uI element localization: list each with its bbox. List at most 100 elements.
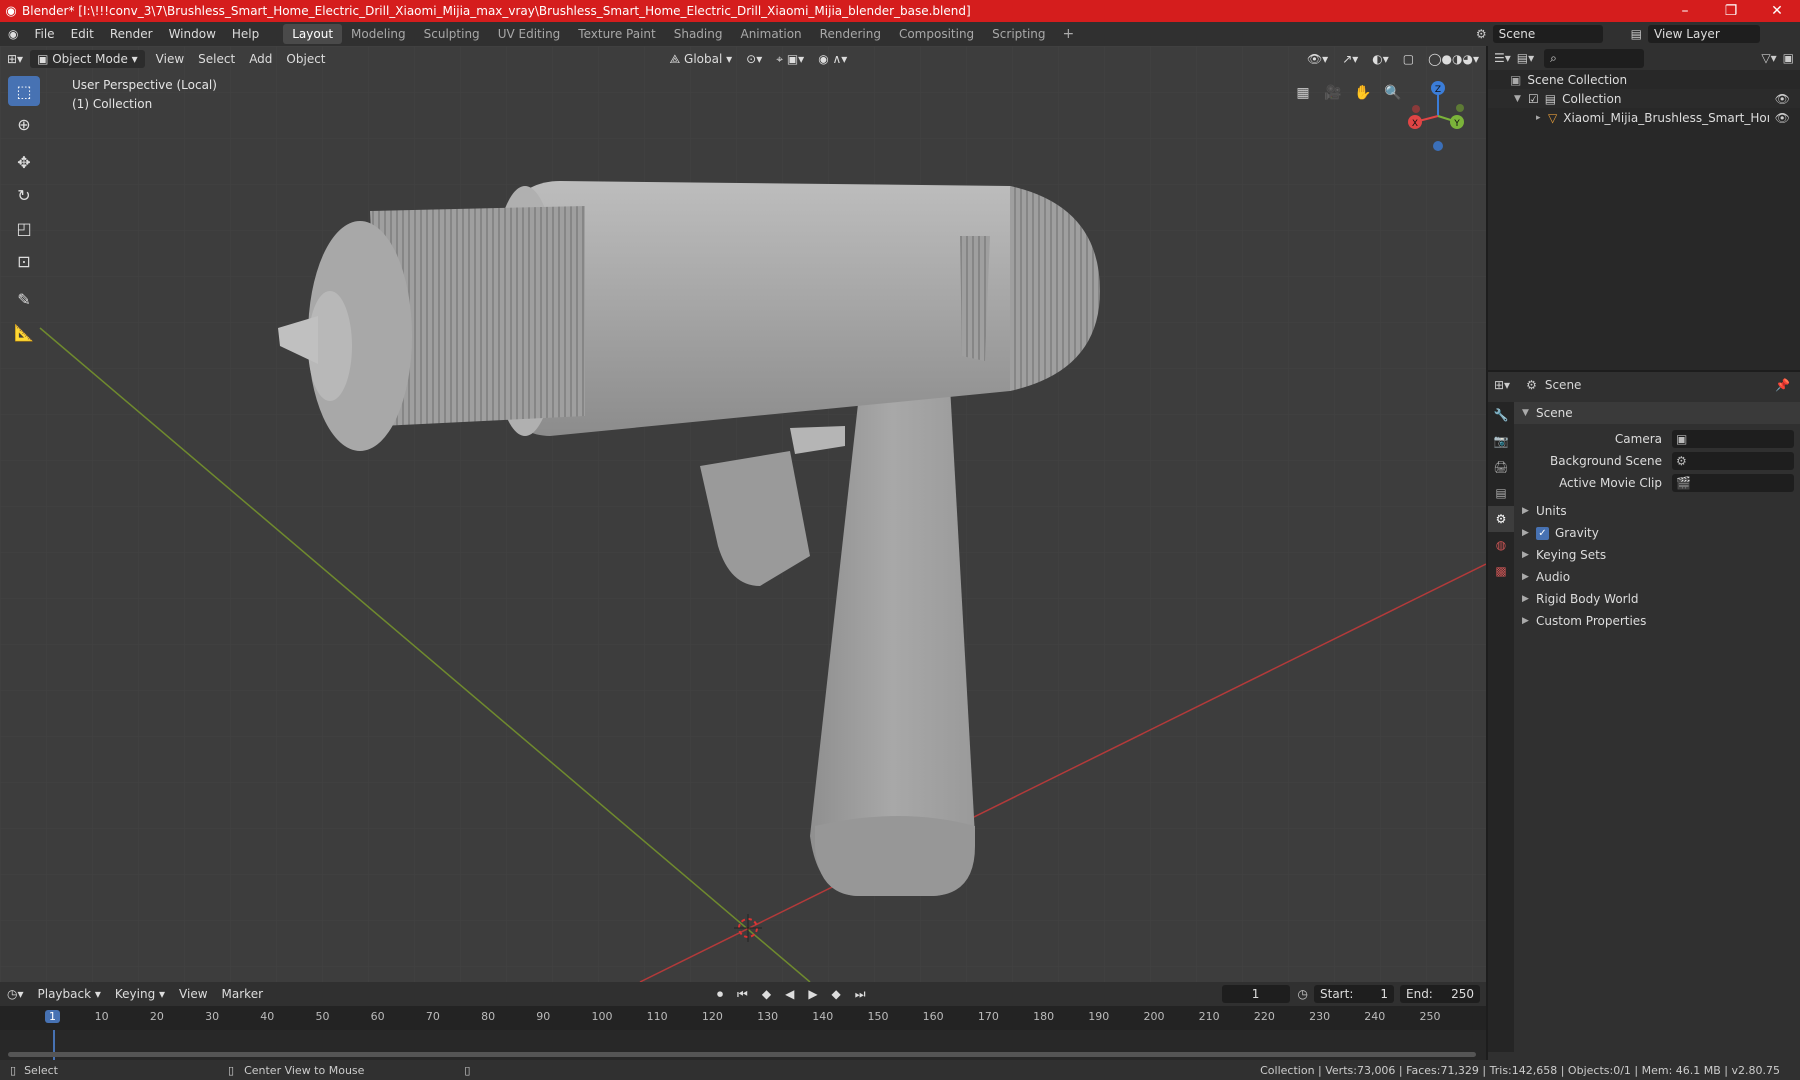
pivot-icon[interactable]: ⊙▾ — [739, 50, 769, 68]
tab-scripting[interactable]: Scripting — [983, 24, 1054, 44]
grid-view-icon[interactable]: ▦ — [1290, 80, 1316, 106]
tab-sculpting[interactable]: Sculpting — [415, 24, 489, 44]
display-mode-icon[interactable]: ▤▾ — [1517, 51, 1534, 65]
menu-render[interactable]: Render — [102, 27, 161, 41]
active-movie-clip-field[interactable]: 🎬 — [1672, 474, 1794, 492]
output-tab-icon[interactable]: 🖨 — [1488, 454, 1514, 480]
visibility-eye-icon[interactable]: 👁 — [1775, 92, 1790, 106]
pin-icon[interactable]: 📌 — [1775, 378, 1790, 392]
tab-rendering[interactable]: Rendering — [811, 24, 890, 44]
expand-arrow-icon[interactable]: ▸ — [1536, 113, 1548, 123]
view-layer-tab-icon[interactable]: ▤ — [1488, 480, 1514, 506]
keying-menu[interactable]: Keying ▾ — [108, 985, 172, 1003]
rigid-body-world-panel-header[interactable]: ▶ Rigid Body World — [1514, 588, 1800, 610]
camera-field[interactable]: ▣ — [1672, 430, 1794, 448]
overlay-toggle-icon[interactable]: ◐▾ — [1365, 50, 1396, 68]
viewport-menu-object[interactable]: Object — [279, 50, 332, 68]
menu-help[interactable]: Help — [224, 27, 267, 41]
xray-toggle-icon[interactable]: ▢ — [1396, 50, 1421, 68]
viewport-menu-select[interactable]: Select — [191, 50, 242, 68]
background-scene-field[interactable]: ⚙ — [1672, 452, 1794, 470]
minimize-button[interactable]: – — [1662, 3, 1708, 19]
blender-menu-icon[interactable]: ◉ — [0, 27, 26, 41]
visibility-icon[interactable]: 👁▾ — [1300, 50, 1335, 68]
camera-view-icon[interactable]: 🎥 — [1320, 80, 1346, 106]
timeline-scrollbar[interactable] — [8, 1052, 1476, 1057]
filter-icon[interactable]: ▽▾ — [1761, 51, 1776, 65]
play-icon[interactable]: ▶ — [801, 985, 824, 1003]
tab-animation[interactable]: Animation — [731, 24, 810, 44]
3d-viewport[interactable]: Z X Y ⊞▾ ▣ Object Mode ▾ View Select Add… — [0, 46, 1486, 982]
rotate-tool-icon[interactable]: ↻ — [8, 180, 40, 210]
marker-menu[interactable]: Marker — [215, 985, 270, 1003]
jump-end-icon[interactable]: ⏭ — [848, 985, 873, 1004]
custom-properties-panel-header[interactable]: ▶ Custom Properties — [1514, 610, 1800, 632]
units-panel-header[interactable]: ▶ Units — [1514, 500, 1800, 522]
timeline-track[interactable] — [0, 1030, 1486, 1060]
new-collection-icon[interactable]: ▣ — [1783, 51, 1794, 65]
measure-tool-icon[interactable]: 📐 — [8, 317, 40, 347]
view-layer-selector[interactable]: View Layer — [1648, 25, 1760, 43]
tab-compositing[interactable]: Compositing — [890, 24, 983, 44]
keying-sets-panel-header[interactable]: ▶ Keying Sets — [1514, 544, 1800, 566]
maximize-button[interactable]: ❐ — [1708, 3, 1754, 19]
playback-menu[interactable]: Playback ▾ — [31, 985, 108, 1003]
current-frame-field[interactable]: 1 — [1221, 985, 1290, 1003]
scene-selector[interactable]: Scene — [1492, 25, 1603, 43]
move-tool-icon[interactable]: ✥ — [8, 147, 40, 177]
next-keyframe-icon[interactable]: ◆ — [825, 985, 848, 1003]
outliner-row-object[interactable]: ▸ ▽ Xiaomi_Mijia_Brushless_Smart_Home_El… — [1488, 108, 1800, 127]
tool-tab-icon[interactable]: 🔧 — [1488, 402, 1514, 428]
viewport-menu-view[interactable]: View — [149, 50, 191, 68]
render-tab-icon[interactable]: 📷 — [1488, 428, 1514, 454]
outliner-editor-icon[interactable]: ☰▾ — [1494, 51, 1511, 65]
texture-tab-icon[interactable]: ▩ — [1488, 558, 1514, 584]
audio-panel-header[interactable]: ▶ Audio — [1514, 566, 1800, 588]
current-frame-marker[interactable]: 1 — [45, 1010, 60, 1023]
tab-modeling[interactable]: Modeling — [342, 24, 415, 44]
start-frame-field[interactable]: Start: 1 — [1314, 985, 1394, 1003]
tab-layout[interactable]: Layout — [283, 24, 343, 44]
shading-modes-icon[interactable]: ◯●◑◕▾ — [1421, 50, 1486, 68]
clock-icon[interactable]: ◷ — [1298, 987, 1308, 1001]
menu-file[interactable]: File — [26, 27, 62, 41]
gravity-checkbox[interactable]: ✓ — [1536, 526, 1549, 540]
menu-edit[interactable]: Edit — [63, 27, 102, 41]
view-layer-icon[interactable]: ▤ — [1631, 27, 1642, 41]
jump-start-icon[interactable]: ⏮ — [730, 985, 755, 1004]
annotate-tool-icon[interactable]: ✎ — [8, 284, 40, 314]
gizmo-toggle-icon[interactable]: ↗▾ — [1335, 50, 1365, 68]
cursor-tool-icon[interactable]: ⊕ — [8, 109, 40, 139]
properties-editor-icon[interactable]: ⊞▾ — [1494, 378, 1510, 392]
viewport-menu-add[interactable]: Add — [242, 50, 279, 68]
record-button-icon[interactable]: ⏺ — [710, 985, 730, 1004]
world-tab-icon[interactable]: ◍ — [1488, 532, 1514, 558]
tab-uv-editing[interactable]: UV Editing — [489, 24, 570, 44]
add-workspace-button[interactable]: + — [1055, 26, 1083, 42]
end-frame-field[interactable]: End: 250 — [1400, 985, 1480, 1003]
expand-arrow-icon[interactable]: ▼ — [1514, 94, 1528, 104]
scale-tool-icon[interactable]: ◰ — [8, 213, 40, 243]
proportional-edit-icon[interactable]: ◉ ∧▾ — [811, 50, 854, 68]
outliner-search-input[interactable]: ⌕ — [1544, 48, 1645, 68]
play-reverse-icon[interactable]: ◀ — [778, 985, 801, 1003]
timeline-ruler[interactable]: 1 10 20 30 40 50 60 70 80 90 100 110 120 130 140 150 160… — [0, 1006, 1486, 1030]
pan-hand-icon[interactable]: ✋ — [1350, 80, 1376, 106]
snap-icon[interactable]: ⌖ ▣▾ — [769, 50, 811, 69]
tab-shading[interactable]: Shading — [665, 24, 732, 44]
collection-checkbox[interactable]: ☑ — [1528, 92, 1539, 106]
close-button[interactable]: ✕ — [1754, 3, 1800, 19]
outliner-row-collection[interactable]: ▼ ☑ ▤ Collection 👁 — [1488, 89, 1800, 108]
prev-keyframe-icon[interactable]: ◆ — [755, 985, 778, 1003]
gravity-panel-header[interactable]: ▶ ✓ Gravity — [1514, 522, 1800, 544]
transform-tool-icon[interactable]: ⊡ — [8, 246, 40, 276]
transform-orientation-selector[interactable]: ⟁ Global ▾ — [663, 50, 740, 69]
mode-selector[interactable]: ▣ Object Mode ▾ — [30, 50, 145, 68]
editor-type-icon[interactable]: ⊞▾ — [0, 50, 30, 68]
menu-window[interactable]: Window — [161, 27, 224, 41]
scene-tab-icon[interactable]: ⚙ — [1488, 506, 1514, 532]
tab-texture-paint[interactable]: Texture Paint — [569, 24, 664, 44]
outliner-row-scene-collection[interactable]: ▣ Scene Collection — [1488, 70, 1800, 89]
timeline-editor-icon[interactable]: ◷▾ — [0, 985, 31, 1003]
scene-icon[interactable]: ⚙ — [1476, 27, 1487, 41]
